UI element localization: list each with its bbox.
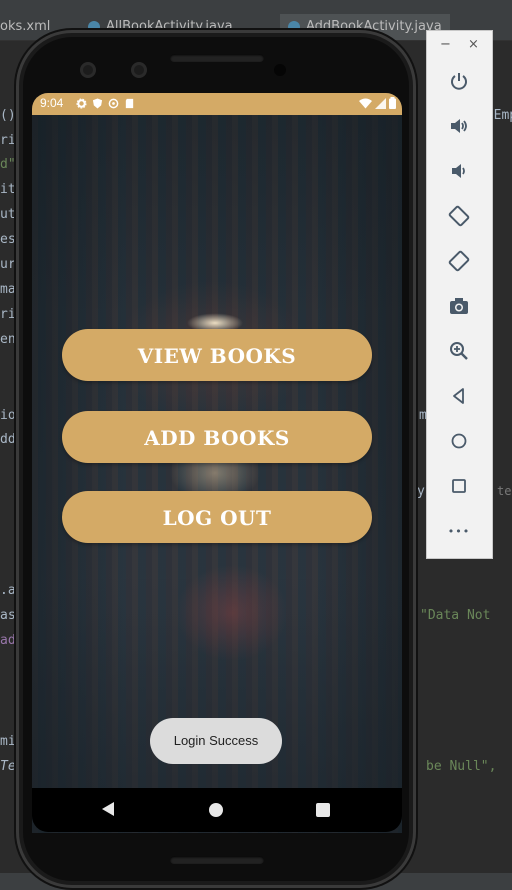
battery-icon (389, 97, 396, 109)
status-system-icons (359, 97, 396, 109)
code-fragment: tex (497, 484, 512, 498)
status-notification-icons (76, 98, 135, 109)
code-fragment: ri (0, 307, 16, 322)
ide-tab-label: oks.xml (0, 19, 51, 34)
app-screen: 9:04 VIEW BOOKS ADD BOOKS LOG OUT Login … (32, 93, 402, 833)
code-fragment: () (0, 108, 16, 123)
back-triangle-icon[interactable] (102, 802, 114, 816)
camera-icon[interactable] (447, 294, 471, 318)
code-fragment: be Null", (426, 759, 497, 774)
volume-up-icon[interactable] (447, 114, 471, 138)
phone-frame: 9:04 VIEW BOOKS ADD BOOKS LOG OUT Login … (16, 30, 416, 888)
more-icon[interactable]: ••• (447, 519, 471, 543)
code-fragment: ur (0, 257, 16, 272)
earpiece-speaker (170, 54, 264, 62)
code-fragment: d" (0, 157, 16, 172)
view-books-button[interactable]: VIEW BOOKS (62, 329, 372, 381)
wifi-icon (359, 98, 372, 109)
code-fragment: en (0, 332, 16, 347)
emulator-toolbar: − × ••• (426, 30, 493, 559)
zoom-icon[interactable] (447, 339, 471, 363)
front-camera (80, 62, 96, 78)
back-icon[interactable] (447, 384, 471, 408)
code-fragment: ut (0, 207, 16, 222)
code-fragment: as (0, 608, 16, 623)
bottom-speaker (170, 856, 264, 864)
code-fragment: "Data Not (420, 608, 491, 623)
code-fragment: es (0, 232, 16, 247)
code-fragment: dd (0, 432, 16, 447)
code-fragment: io (0, 408, 16, 423)
shield-icon (92, 98, 103, 109)
emulator-window-controls: − × (427, 31, 492, 59)
recents-square-icon[interactable] (316, 803, 330, 817)
rotate-right-icon[interactable] (447, 249, 471, 273)
navigation-bar (32, 788, 402, 832)
sd-card-icon (125, 98, 134, 109)
settings-icon (76, 98, 87, 109)
login-success-toast: Login Success (150, 718, 282, 764)
rotate-left-icon[interactable] (447, 204, 471, 228)
code-fragment: ad (0, 633, 16, 648)
proximity-sensor (274, 64, 286, 76)
home-icon[interactable] (447, 429, 471, 453)
status-time: 9:04 (40, 96, 64, 110)
code-fragment: ri (0, 133, 16, 148)
log-out-button[interactable]: LOG OUT (62, 491, 372, 543)
code-fragment: mi (0, 734, 16, 749)
code-fragment: ma (0, 282, 16, 297)
minimize-button[interactable]: − (440, 37, 451, 52)
code-fragment: Te (0, 759, 16, 774)
front-sensor (131, 62, 147, 78)
status-bar: 9:04 (32, 93, 402, 115)
add-books-button[interactable]: ADD BOOKS (62, 411, 372, 463)
overview-icon[interactable] (447, 474, 471, 498)
data-saver-icon (108, 98, 119, 109)
volume-down-icon[interactable] (447, 159, 471, 183)
close-button[interactable]: × (468, 37, 479, 52)
code-fragment: .a (0, 583, 16, 598)
ide-tab-books-xml[interactable]: oks.xml (0, 14, 50, 40)
power-icon[interactable] (447, 69, 471, 93)
home-circle-icon[interactable] (209, 803, 223, 817)
code-fragment: it (0, 182, 16, 197)
code-fragment: y (417, 484, 425, 499)
signal-icon (375, 98, 386, 109)
